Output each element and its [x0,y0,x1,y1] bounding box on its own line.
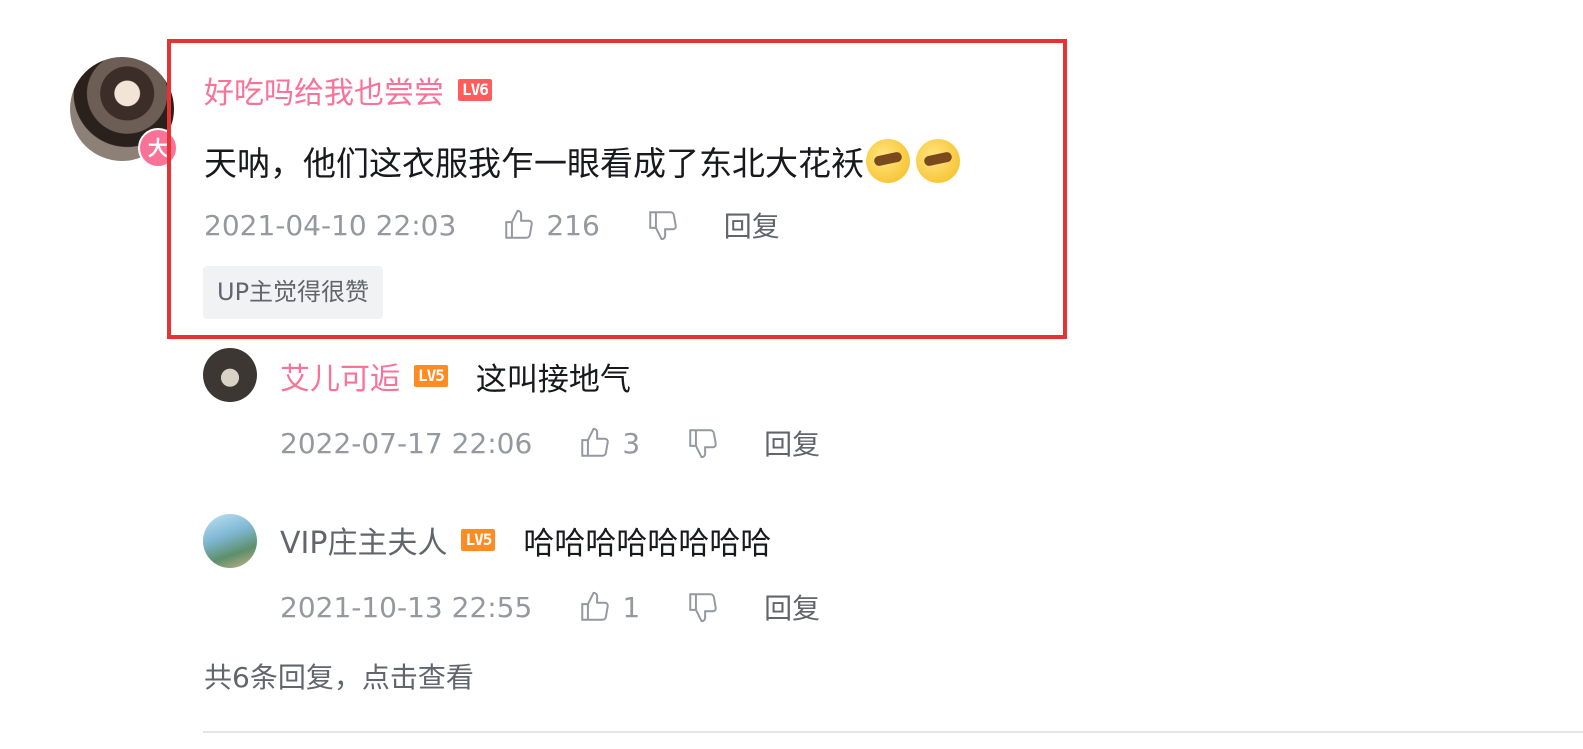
thumbs-up-icon[interactable] [578,426,612,460]
thumbs-down-icon[interactable] [646,208,680,242]
like-count: 1 [622,590,641,624]
like-count: 216 [546,208,600,242]
view-more-replies-link[interactable]: 共6条回复，点击查看 [204,658,474,698]
thumbs-up-icon[interactable] [502,208,536,242]
like-count: 3 [622,426,641,460]
level-badge: LV5 [414,365,448,387]
thumbs-down-icon[interactable] [686,590,720,624]
reply-time: 2022-07-17 22:06 [280,426,533,460]
reply-button[interactable]: 回复 [724,205,780,245]
reply-text: 这叫接地气 [475,361,631,398]
commenter-username[interactable]: 好吃吗给我也尝尝 [204,68,444,112]
facepalm-emoji-icon [916,139,960,183]
reply-username[interactable]: VIP庄主夫人 [280,518,447,562]
thumbs-down-icon[interactable] [686,426,720,460]
thumbs-up-icon[interactable] [578,590,612,624]
reply-avatar[interactable] [203,514,257,568]
level-badge: LV6 [458,79,492,101]
reply-username[interactable]: 艾儿可逅 [280,354,400,398]
up-liked-tag: UP主觉得很赞 [203,266,384,319]
reply-time: 2021-10-13 22:55 [280,590,533,624]
reply-button[interactable]: 回复 [764,423,820,463]
level-badge: LV5 [461,529,496,551]
comment-text: 天呐，他们这衣服我乍一眼看成了东北大花袄 [204,144,864,183]
reply-text: 哈哈哈哈哈哈哈哈 [523,525,772,562]
divider [203,731,1583,733]
comment-time: 2021-04-10 22:03 [204,208,457,242]
reply-button[interactable]: 回复 [764,587,820,627]
facepalm-emoji-icon [866,139,910,183]
reply-avatar[interactable] [203,348,257,402]
